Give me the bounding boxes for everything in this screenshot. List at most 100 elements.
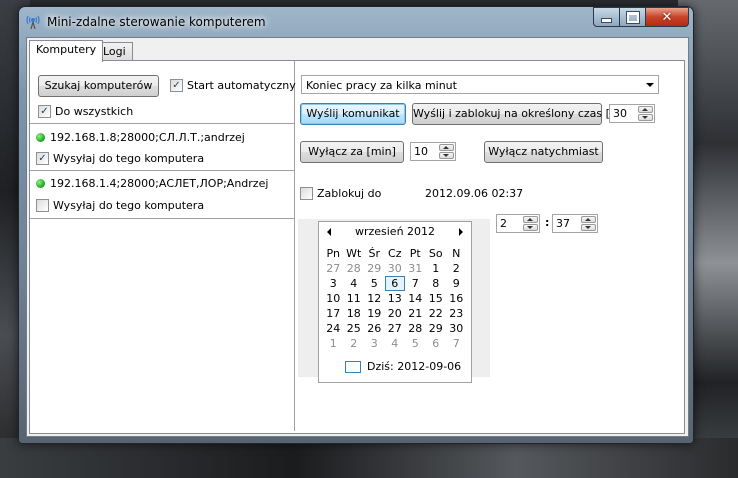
lock-until-label: Zablokuj do [317, 187, 382, 200]
calendar-day[interactable]: 9 [446, 276, 467, 291]
computer-row[interactable]: 192.168.1.4;28000;АСЛЕТ,ЛОР;Andrzej [36, 177, 268, 190]
minute-stepper[interactable]: 37 [552, 214, 598, 233]
spin-down-icon[interactable] [523, 224, 538, 231]
lock-until-check-icon [300, 187, 313, 200]
today-marker-icon [345, 360, 361, 373]
tab-komputery[interactable]: Komputery [29, 40, 104, 62]
calendar-day[interactable]: 12 [364, 291, 385, 306]
shutdown-now-button[interactable]: Wyłącz natychmiast [484, 141, 603, 163]
calendar-day[interactable]: 27 [385, 321, 406, 336]
calendar-day[interactable]: 22 [426, 306, 447, 321]
spin-up-icon[interactable] [581, 216, 596, 223]
divider [30, 170, 294, 171]
calendar-day[interactable]: 3 [364, 336, 385, 351]
title-bar[interactable]: Mini-zdalne sterowanie komputerem ✕ [19, 7, 693, 35]
all-computers-checkbox[interactable]: ✓ Do wszystkich [38, 105, 133, 118]
computer-row[interactable]: 192.168.1.8;28000;СЛ.Л.Т.;andrzej [36, 131, 245, 144]
action-select[interactable]: Koniec pracy za kilka minut [301, 75, 659, 94]
calendar-day[interactable]: 2 [344, 336, 365, 351]
calendar-day[interactable]: 3 [323, 276, 344, 291]
divider [30, 123, 294, 124]
auto-start-checkbox[interactable]: ✓ Start automatyczny [170, 79, 296, 92]
calendar-day[interactable]: 20 [385, 306, 406, 321]
calendar-week-row: 17 18 19 20 21 22 23 [323, 306, 467, 321]
calendar-day[interactable]: 29 [364, 261, 385, 276]
spin-up-icon[interactable] [638, 106, 653, 113]
calendar-day[interactable]: 28 [344, 261, 365, 276]
calendar-today[interactable]: Dziś: 2012-09-06 [345, 360, 461, 373]
calendar-day[interactable]: 1 [323, 336, 344, 351]
month-calendar[interactable]: wrzesień 2012 Pn Wt Śr Cz Pt So N 27 28 29 30 31 1 2 3… [318, 221, 472, 383]
divider [30, 218, 294, 219]
calendar-day[interactable]: 17 [323, 306, 344, 321]
calendar-day[interactable]: 31 [405, 261, 426, 276]
spin-down-icon[interactable] [439, 152, 454, 159]
calendar-day[interactable]: 4 [344, 276, 365, 291]
calendar-day[interactable]: 11 [344, 291, 365, 306]
calendar-day[interactable]: 21 [405, 306, 426, 321]
calendar-day[interactable]: 10 [323, 291, 344, 306]
calendar-month-title[interactable]: wrzesień 2012 [319, 225, 471, 238]
calendar-day[interactable]: 7 [446, 336, 467, 351]
computer-address: 192.168.1.8;28000;СЛ.Л.Т.;andrzej [50, 131, 245, 144]
calendar-week-row: 27 28 29 30 31 1 2 [323, 261, 467, 276]
calendar-day[interactable]: 13 [385, 291, 406, 306]
calendar-day[interactable]: 27 [323, 261, 344, 276]
calendar-day[interactable]: 2 [446, 261, 467, 276]
lock-seconds-value: 30 [613, 107, 627, 120]
close-button[interactable]: ✕ [646, 7, 689, 27]
send-to-computer-label: Wysyłaj do tego komputera [53, 152, 205, 165]
calendar-day[interactable]: 16 [446, 291, 467, 306]
weekday-header-row: Pn Wt Śr Cz Pt So N [323, 246, 467, 261]
send-message-button[interactable]: Wyślij komunikat [300, 103, 406, 125]
computers-pane: Szukaj komputerów ✓ Start automatyczny ✓… [30, 61, 296, 431]
shutdown-after-button[interactable]: Wyłącz za [min] [300, 141, 404, 163]
search-computers-button[interactable]: Szukaj komputerów [38, 75, 159, 97]
send-and-lock-button[interactable]: Wyślij i zablokuj na określony czas [s] [412, 103, 620, 125]
calendar-day[interactable]: 15 [426, 291, 447, 306]
calendar-day[interactable]: 1 [426, 261, 447, 276]
weekday-label: Śr [368, 247, 380, 260]
calendar-week-row: 24 25 26 27 28 29 30 [323, 321, 467, 336]
antenna-icon [26, 15, 40, 30]
send-to-computer-checkbox[interactable]: Wysyłaj do tego komputera [36, 199, 204, 212]
next-month-icon[interactable] [459, 228, 463, 236]
weekday-label: So [428, 247, 443, 260]
calendar-day[interactable]: 8 [426, 276, 447, 291]
calendar-day[interactable]: 30 [446, 321, 467, 336]
calendar-day[interactable]: 28 [405, 321, 426, 336]
calendar-day[interactable]: 5 [364, 276, 385, 291]
lock-until-checkbox[interactable]: Zablokuj do [300, 187, 381, 200]
online-status-icon [36, 179, 45, 188]
calendar-day[interactable]: 4 [385, 336, 406, 351]
calendar-week-row: 10 11 12 13 14 15 16 [323, 291, 467, 306]
spin-down-icon[interactable] [638, 114, 653, 121]
calendar-day[interactable]: 5 [405, 336, 426, 351]
auto-start-label: Start automatyczny [187, 79, 296, 92]
calendar-day[interactable]: 19 [364, 306, 385, 321]
calendar-day[interactable]: 30 [385, 261, 406, 276]
calendar-day[interactable]: 26 [364, 321, 385, 336]
calendar-day[interactable]: 14 [405, 291, 426, 306]
spin-down-icon[interactable] [581, 224, 596, 231]
calendar-day[interactable]: 18 [344, 306, 365, 321]
spin-up-icon[interactable] [523, 216, 538, 223]
shutdown-minutes-stepper[interactable]: 10 [410, 142, 456, 161]
calendar-day[interactable]: 24 [323, 321, 344, 336]
calendar-header: wrzesień 2012 [319, 222, 471, 242]
minimize-button[interactable] [593, 7, 620, 27]
send-check-icon [36, 199, 49, 212]
calendar-day-selected[interactable]: 6 [384, 276, 405, 291]
maximize-button[interactable] [620, 7, 646, 27]
calendar-day[interactable]: 23 [446, 306, 467, 321]
send-to-computer-checkbox[interactable]: ✓ Wysyłaj do tego komputera [36, 152, 204, 165]
weekday-label: Cz [388, 247, 402, 260]
calendar-grid: Pn Wt Śr Cz Pt So N 27 28 29 30 31 1 2 3 4 5 6 7 8 9 10 11 12 13… [323, 246, 467, 351]
calendar-day[interactable]: 7 [405, 276, 426, 291]
spin-up-icon[interactable] [439, 144, 454, 151]
calendar-day[interactable]: 29 [426, 321, 447, 336]
hour-stepper[interactable]: 2 [496, 214, 540, 233]
lock-seconds-stepper[interactable]: 30 [609, 104, 655, 123]
calendar-day[interactable]: 25 [344, 321, 365, 336]
calendar-day[interactable]: 6 [426, 336, 447, 351]
